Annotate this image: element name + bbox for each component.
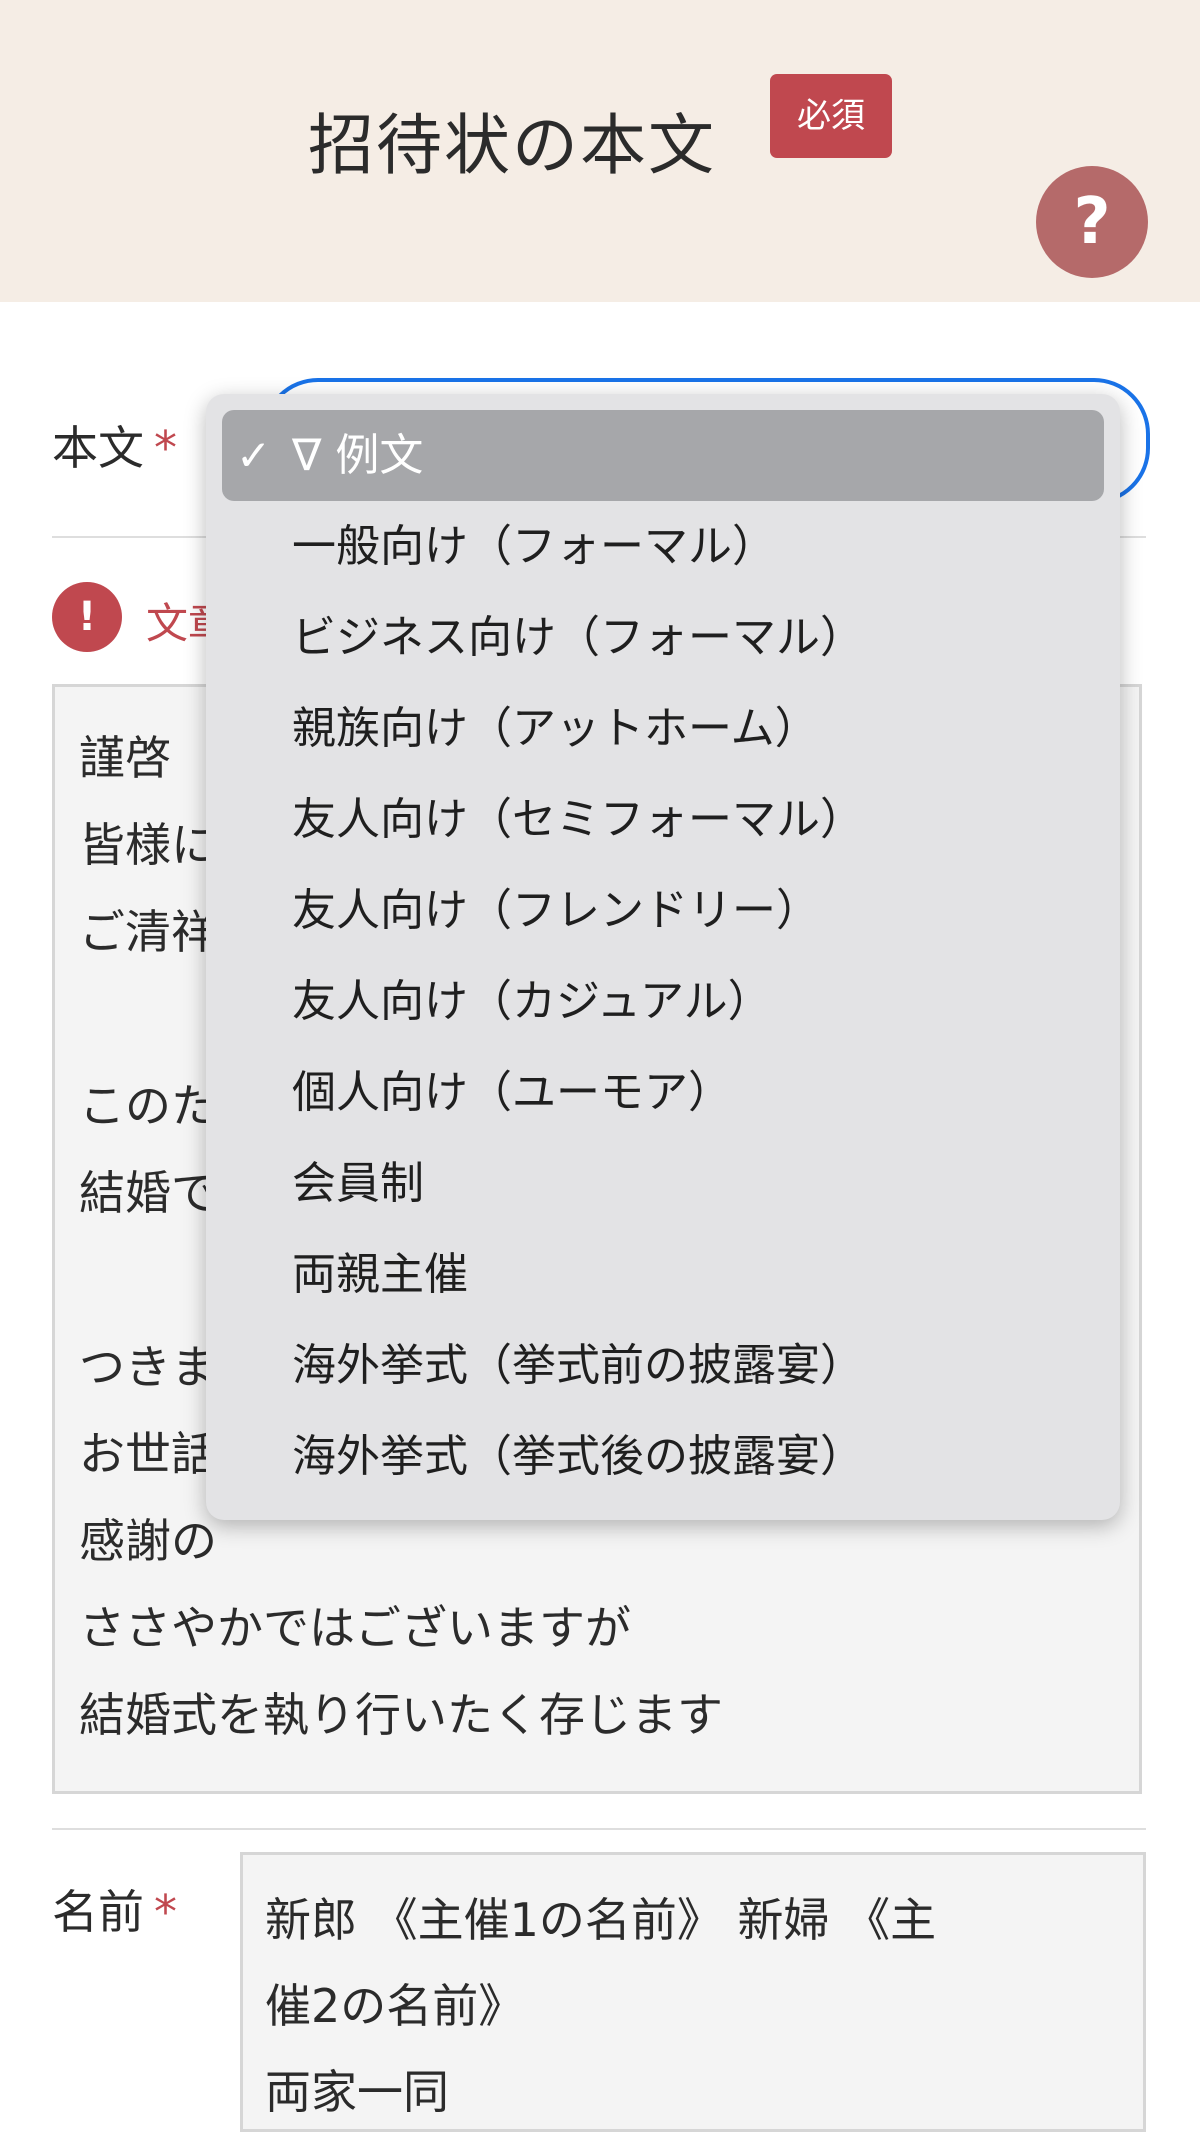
body-label: 本文 * bbox=[52, 412, 177, 478]
name-textarea[interactable]: 新郎 《主催1の名前》 新婦 《主 催2の名前》 両家一同 bbox=[240, 1852, 1146, 2132]
dropdown-option[interactable]: 一般向け（フォーマル） bbox=[206, 501, 1120, 592]
dropdown-option[interactable]: 海外挙式（挙式前の披露宴） bbox=[206, 1320, 1120, 1411]
body-label-text: 本文 bbox=[52, 421, 144, 475]
required-star: * bbox=[154, 421, 177, 475]
name-line: 催2の名前》 bbox=[265, 1979, 525, 2033]
option-label: ∇ 例文 bbox=[292, 430, 424, 481]
section-header: 招待状の本文 必須 ? bbox=[0, 0, 1200, 302]
dropdown-option[interactable]: 友人向け（カジュアル） bbox=[206, 956, 1120, 1047]
dropdown-option[interactable]: 両親主催 bbox=[206, 1229, 1120, 1320]
name-line: 新郎 《主催1の名前》 新婦 《主 bbox=[265, 1893, 937, 1947]
dropdown-option[interactable]: 会員制 bbox=[206, 1138, 1120, 1229]
dropdown-option[interactable]: 親族向け（アットホーム） bbox=[206, 683, 1120, 774]
dropdown-option[interactable]: 友人向け（フレンドリー） bbox=[206, 865, 1120, 956]
template-dropdown-menu: ✓ ∇ 例文 一般向け（フォーマル） ビジネス向け（フォーマル） 親族向け（アッ… bbox=[206, 394, 1120, 1520]
required-star: * bbox=[154, 1885, 177, 1939]
name-line: 両家一同 bbox=[265, 2065, 449, 2119]
checkmark-icon: ✓ bbox=[236, 431, 272, 480]
textarea-line: 結婚式を執り行いたく存じます bbox=[79, 1688, 723, 1742]
dropdown-option-selected[interactable]: ✓ ∇ 例文 bbox=[222, 410, 1104, 501]
dropdown-option[interactable]: ビジネス向け（フォーマル） bbox=[206, 592, 1120, 683]
textarea-line: ささやかではございますが bbox=[79, 1601, 631, 1655]
error-icon: ! bbox=[52, 582, 122, 652]
page-title: 招待状の本文 bbox=[308, 107, 716, 184]
divider bbox=[52, 1828, 1146, 1830]
required-badge: 必須 bbox=[770, 74, 892, 158]
dropdown-option[interactable]: 海外挙式（挙式後の披露宴） bbox=[206, 1411, 1120, 1502]
name-label: 名前 * bbox=[52, 1876, 177, 1942]
dropdown-option[interactable]: 友人向け（セミフォーマル） bbox=[206, 774, 1120, 865]
dropdown-option[interactable]: 個人向け（ユーモア） bbox=[206, 1047, 1120, 1138]
name-label-text: 名前 bbox=[52, 1885, 144, 1939]
help-button[interactable]: ? bbox=[1036, 166, 1148, 278]
